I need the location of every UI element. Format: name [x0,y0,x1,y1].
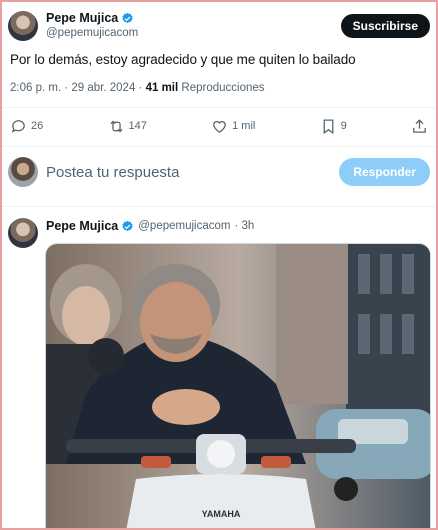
retweet-icon [109,120,123,132]
reply-author-display-name[interactable]: Pepe Mujica [46,219,134,234]
share-icon [413,118,426,133]
reply-count: 26 [31,120,44,132]
bookmark-count: 9 [340,120,347,132]
reply-author-name-text: Pepe Mujica [46,218,119,233]
views-count: 41 mil [145,82,179,94]
retweet-action[interactable]: 147 [108,118,147,135]
photo-illustration: YAMAHA [46,244,430,529]
tweet-date[interactable]: 29 abr. 2024 [71,82,135,94]
verified-badge-icon [122,12,133,24]
divider [0,107,438,108]
bookmark-icon [323,118,333,134]
tweet-time[interactable]: 2:06 p. m. [10,82,61,94]
reply-input[interactable]: Postea tu respuesta [46,164,179,181]
like-count: 1 mil [232,120,256,132]
meta-separator: · [64,82,69,94]
reply-age[interactable]: · 3h [234,219,254,234]
reply-button[interactable]: Responder [339,158,430,186]
user-avatar[interactable] [8,157,38,187]
tweet-author-row: Pepe Mujica @pepemujicacom Suscribirse [8,9,430,43]
reply-author-names: Pepe Mujica @pepemujicacom · 3h [46,219,254,234]
reply-action[interactable]: 26 [10,118,43,135]
share-action[interactable] [411,118,428,135]
reply-icon [11,119,25,133]
bookmark-action[interactable]: 9 [320,118,347,135]
author-avatar[interactable] [8,11,38,41]
reply-author-avatar[interactable] [8,218,38,248]
reply-composer: Postea tu respuesta Responder [8,156,430,188]
author-handle[interactable]: @pepemujicacom [46,26,138,41]
photo-brand-text: YAMAHA [202,509,241,519]
tweet-text: Por lo demás, estoy agradecido y que me … [10,52,356,67]
subscribe-button[interactable]: Suscribirse [340,14,430,38]
like-action[interactable]: 1 mil [211,118,255,135]
views-label: Reproducciones [181,82,265,94]
heart-icon [213,120,226,133]
meta-separator: · [138,82,143,94]
divider [0,206,438,207]
author-display-name[interactable]: Pepe Mujica [46,11,138,26]
verified-badge-icon [122,220,133,231]
divider [0,146,438,147]
author-names: Pepe Mujica @pepemujicacom [46,11,138,41]
tweet-media-photo[interactable]: YAMAHA [45,243,431,530]
tweet-meta: 2:06 p. m. · 29 abr. 2024 · 41 mil Repro… [10,82,265,94]
reply-author-handle[interactable]: @pepemujicacom [138,219,230,234]
retweet-count: 147 [128,120,147,132]
tweet-actions: 26 147 1 mil 9 [10,116,428,136]
author-name-text: Pepe Mujica [46,11,119,25]
